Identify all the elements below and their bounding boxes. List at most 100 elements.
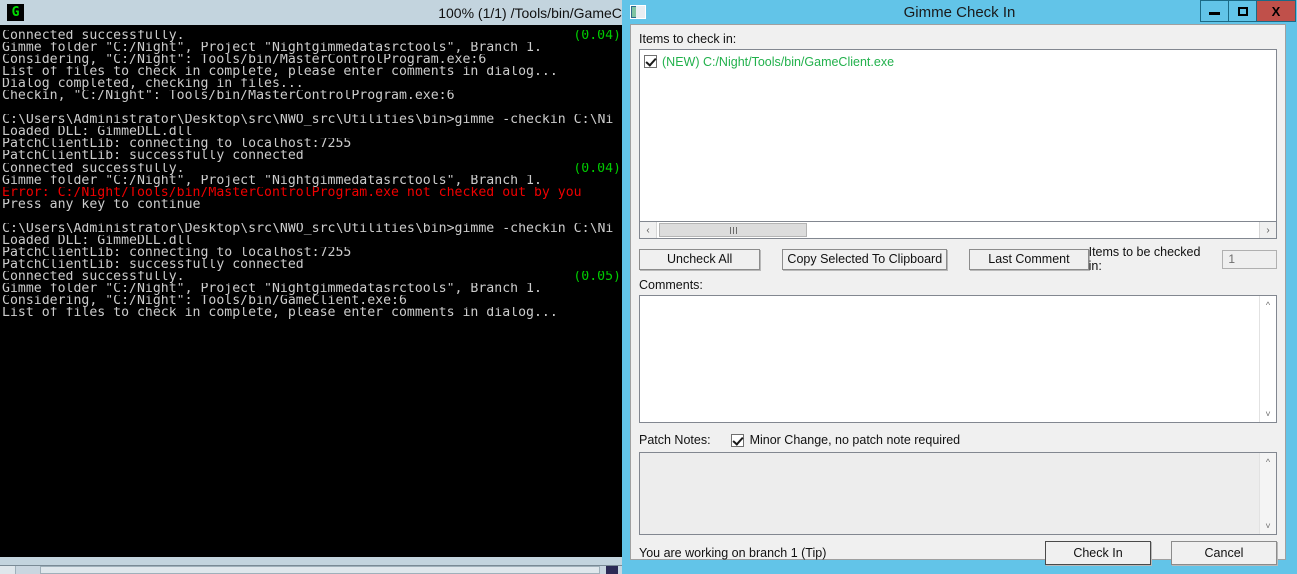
console-line: Connected successfully. (0.04) <box>2 163 629 175</box>
close-button[interactable]: X <box>1256 0 1296 22</box>
console-line-text: Error: C:/Night/Tools/bin/MasterControlP… <box>2 186 582 199</box>
console-line: Considering, "C:/Night": Tools/bin/Maste… <box>2 54 629 66</box>
console-line: Gimme folder "C:/Night", Project "Nightg… <box>2 42 629 54</box>
items-count-field: 1 <box>1222 249 1277 269</box>
console-app-icon: G <box>7 4 24 21</box>
patch-notes-vertical-scrollbar[interactable]: ^ ˅ <box>1259 453 1276 534</box>
console-line: PatchClientLib: connecting to localhost:… <box>2 247 629 259</box>
last-comment-button[interactable]: Last Comment <box>969 248 1089 270</box>
console-line: Press any key to continue <box>2 199 629 211</box>
scroll-left-icon[interactable] <box>0 566 16 574</box>
minor-change-label: Minor Change, no patch note required <box>749 433 961 447</box>
scroll-left-icon[interactable]: ‹ <box>640 222 657 238</box>
maximize-icon <box>1237 6 1248 16</box>
console-line: Connected successfully. (0.05) <box>2 271 629 283</box>
scroll-up-icon[interactable]: ^ <box>1260 453 1277 470</box>
scroll-down-icon[interactable]: ˅ <box>1260 405 1277 422</box>
items-list-horizontal-scrollbar[interactable]: ‹ › <box>639 222 1277 239</box>
scroll-track[interactable] <box>657 222 1259 238</box>
console-line: PatchClientLib: successfully connected <box>2 259 629 271</box>
cancel-button[interactable]: Cancel <box>1171 541 1277 565</box>
console-line-text: PatchClientLib: successfully connected <box>2 150 304 163</box>
comments-input[interactable]: ^ ˅ <box>639 295 1277 423</box>
console-line: Considering, "C:/Night": Tools/bin/GameC… <box>2 295 629 307</box>
console-line-text: Connected successfully. <box>2 30 185 43</box>
items-list[interactable]: (NEW) C:/Night/Tools/bin/GameClient.exe <box>639 49 1277 222</box>
console-titlebar[interactable]: G 100% (1/1) /Tools/bin/GameCl <box>0 0 629 25</box>
console-line: Error: C:/Night/Tools/bin/MasterControlP… <box>2 187 629 199</box>
console-horizontal-scrollbar[interactable] <box>0 565 629 574</box>
console-line-text: Gimme folder "C:/Night", Project "Nightg… <box>2 42 542 55</box>
console-line: PatchClientLib: successfully connected <box>2 150 629 162</box>
copy-selected-to-clipboard-button[interactable]: Copy Selected To Clipboard <box>782 248 948 270</box>
console-title-text: 100% (1/1) /Tools/bin/GameCl <box>438 4 625 21</box>
dialog-content: Items to check in: (NEW) C:/Night/Tools/… <box>630 24 1286 565</box>
window-controls: X <box>1200 0 1296 22</box>
console-line-timing: (0.04) <box>573 30 621 43</box>
patch-notes-text[interactable] <box>640 453 1259 534</box>
console-line-text: Dialog completed, checking in files... <box>2 78 304 91</box>
maximize-button[interactable] <box>1228 0 1257 22</box>
scroll-thumb[interactable] <box>40 566 600 574</box>
dialog-title: Gimme Check In <box>903 3 1016 21</box>
console-line-text: Loaded DLL: GimmeDLL.dll <box>2 126 193 139</box>
scroll-right-icon[interactable]: › <box>1259 222 1276 238</box>
items-count-group: Items to be checked in: 1 <box>1089 245 1277 273</box>
scroll-marker <box>606 566 618 574</box>
console-line: List of files to check in complete, plea… <box>2 307 629 319</box>
console-line: C:\Users\Administrator\Desktop\src\NWO_s… <box>2 114 629 126</box>
console-line-text: Gimme folder "C:/Night", Project "Nightg… <box>2 282 542 296</box>
list-action-buttons: Uncheck All Copy Selected To Clipboard L… <box>639 245 1277 273</box>
console-line-text: PatchClientLib: successfully connected <box>2 258 304 271</box>
item-checkbox[interactable] <box>644 55 657 68</box>
grip-line <box>729 226 731 234</box>
patch-notes-row: Patch Notes: Minor Change, no patch note… <box>639 431 1277 449</box>
scroll-track[interactable] <box>16 566 629 574</box>
patch-notes-input[interactable]: ^ ˅ <box>639 452 1277 535</box>
console-line-timing: (0.04) <box>573 162 621 175</box>
console-line: Loaded DLL: GimmeDLL.dll <box>2 126 629 138</box>
comments-label: Comments: <box>639 278 703 292</box>
console-line: Gimme folder "C:/Night", Project "Nightg… <box>2 175 629 187</box>
minimize-button[interactable] <box>1200 0 1229 22</box>
dialog-titlebar[interactable]: Gimme Check In X <box>622 0 1297 24</box>
console-line-text: C:\Users\Administrator\Desktop\src\NWO_s… <box>2 222 614 235</box>
console-line: Gimme folder "C:/Night", Project "Nightg… <box>2 283 629 295</box>
console-line-text: Press any key to continue <box>2 198 201 211</box>
console-line-text: Considering, "C:/Night": Tools/bin/GameC… <box>2 295 407 308</box>
console-window[interactable]: G 100% (1/1) /Tools/bin/GameCl Connected… <box>0 0 629 574</box>
console-line: PatchClientLib: connecting to localhost:… <box>2 138 629 150</box>
console-line: C:\Users\Administrator\Desktop\src\NWO_s… <box>2 223 629 235</box>
console-line: List of files to check in complete, plea… <box>2 66 629 78</box>
console-bottom-strip <box>0 556 629 574</box>
console-line-timing: (0.05) <box>573 270 621 283</box>
grip-line <box>735 226 737 234</box>
console-line: Loaded DLL: GimmeDLL.dll <box>2 235 629 247</box>
minimize-icon <box>1209 11 1220 15</box>
console-line: Dialog completed, checking in files... <box>2 78 629 90</box>
console-line-text: PatchClientLib: connecting to localhost:… <box>2 138 352 151</box>
items-count-label: Items to be checked in: <box>1088 245 1201 273</box>
dialog-footer: You are working on branch 1 (Tip) Check … <box>639 541 1277 565</box>
comments-text[interactable] <box>640 296 1259 422</box>
scroll-thumb[interactable] <box>659 223 807 237</box>
console-line-text: Gimme folder "C:/Night", Project "Nightg… <box>2 174 542 187</box>
console-output-area[interactable]: Connected successfully. (0.04) Gimme folde… <box>0 25 629 556</box>
console-line-text: PatchClientLib: connecting to localhost:… <box>2 246 352 259</box>
list-item[interactable]: (NEW) C:/Night/Tools/bin/GameClient.exe <box>640 50 1276 70</box>
console-line-text: Connected successfully. <box>2 270 185 283</box>
console-line-text: Connected successfully. <box>2 162 185 175</box>
console-line: Checkin, "C:/Night": Tools/bin/MasterCon… <box>2 90 629 102</box>
scroll-down-icon[interactable]: ˅ <box>1260 517 1277 534</box>
scroll-up-icon[interactable]: ^ <box>1260 296 1277 313</box>
comments-vertical-scrollbar[interactable]: ^ ˅ <box>1259 296 1276 422</box>
console-line-text: List of files to check in complete, plea… <box>2 307 558 320</box>
console-line: Connected successfully. (0.04) <box>2 30 629 42</box>
uncheck-all-button[interactable]: Uncheck All <box>639 248 761 270</box>
minor-change-checkbox[interactable] <box>730 433 744 447</box>
console-lines: Connected successfully. (0.04) Gimme folde… <box>0 25 629 319</box>
patch-notes-label: Patch Notes: <box>639 433 711 447</box>
check-in-button[interactable]: Check In <box>1045 541 1151 565</box>
grip-line <box>732 226 734 234</box>
